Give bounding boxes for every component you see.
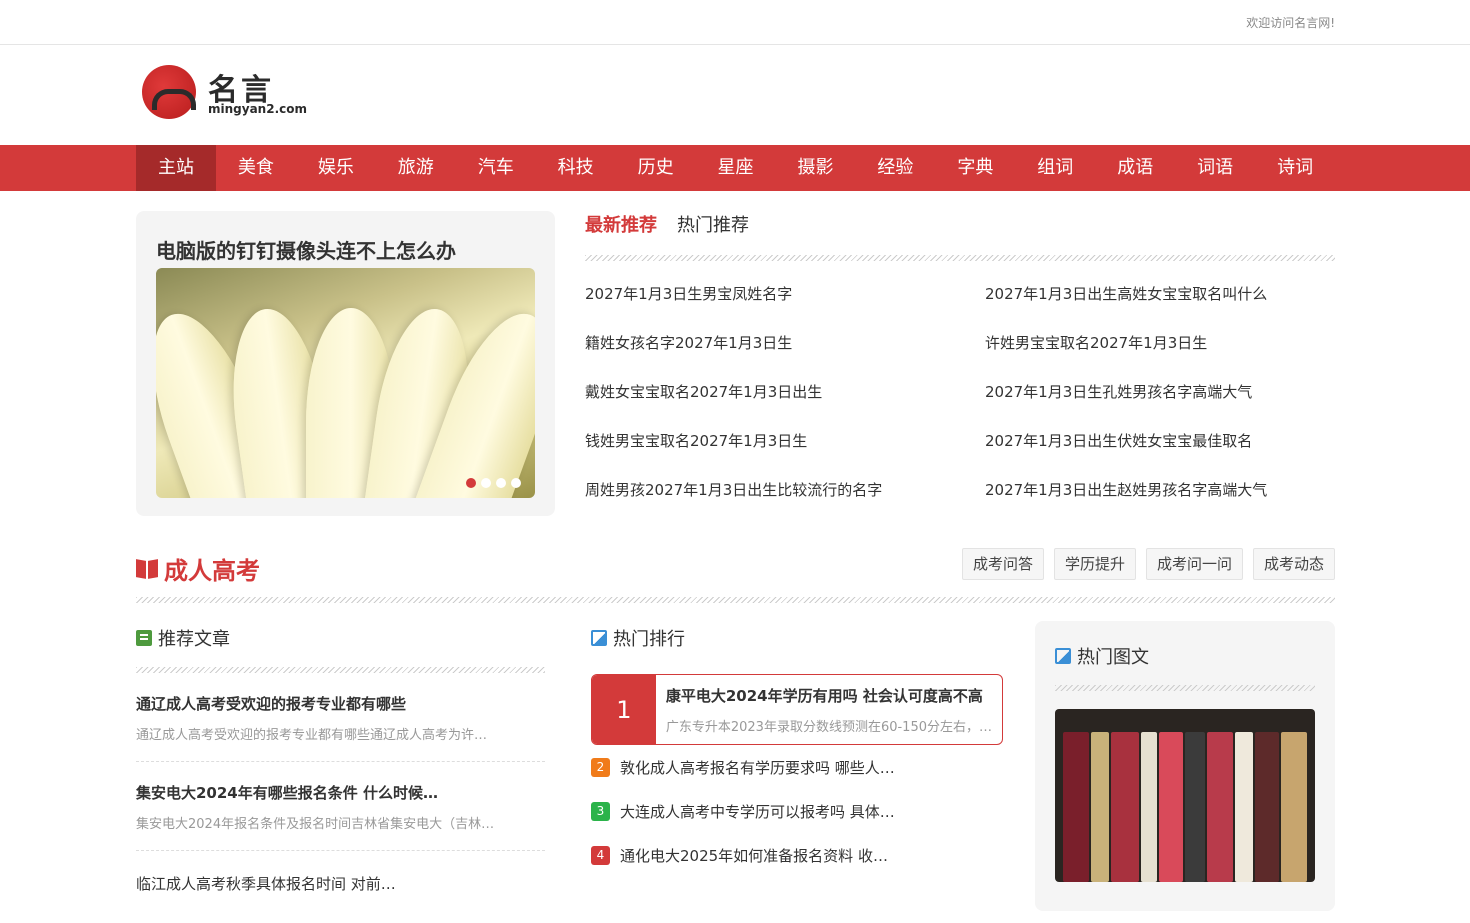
tab-latest[interactable]: 最新推荐 <box>585 211 657 241</box>
rec-link[interactable]: 2027年1月3日出生赵姓男孩名字高端大气 <box>985 479 1335 528</box>
column-title: 热门图文 <box>1077 647 1149 668</box>
rank-title[interactable]: 通化电大2025年如何准备报名资料 收… <box>620 845 888 866</box>
featured-image[interactable] <box>156 268 535 498</box>
article-desc: 集安电大2024年报名条件及报名时间吉林省集安电大（吉林… <box>136 817 495 832</box>
rank-top-item[interactable]: 1 康平电大2024年学历有用吗 社会认可度高不高 广东专升本2023年录取分数… <box>591 674 1003 745</box>
content-columns: 推荐文章 通辽成人高考受欢迎的报考专业都有哪些 通辽成人高考受欢迎的报考专业都有… <box>136 603 1335 923</box>
header: 名言 mingyan2.com <box>0 45 1470 145</box>
recommendations: 最新推荐 热门推荐 2027年1月3日生男宝凤姓名字 2027年1月3日出生高姓… <box>585 211 1335 528</box>
rank-item[interactable]: 2 敦化成人高考报名有学历要求吗 哪些人… <box>591 745 1003 789</box>
site-logo[interactable]: 名言 mingyan2.com <box>142 65 312 121</box>
rank-title[interactable]: 大连成人高考中专学历可以报考吗 具体… <box>620 801 895 822</box>
featured-card[interactable]: 电脑版的钉钉摄像头连不上怎么办 <box>136 211 555 516</box>
carousel-dot[interactable] <box>481 478 491 488</box>
nav-item-experience[interactable]: 经验 <box>855 145 935 191</box>
carousel-dot[interactable] <box>466 478 476 488</box>
nav-item-dictionary[interactable]: 字典 <box>935 145 1015 191</box>
article-item[interactable]: 通辽成人高考受欢迎的报考专业都有哪些 通辽成人高考受欢迎的报考专业都有哪些通辽成… <box>136 673 545 762</box>
article-item[interactable]: 集安电大2024年有哪些报名条件 什么时候… 集安电大2024年报名条件及报名时… <box>136 762 545 851</box>
article-desc: 通辽成人高考受欢迎的报考专业都有哪些通辽成人高考为许… <box>136 728 488 743</box>
nav-item-photo[interactable]: 摄影 <box>776 145 856 191</box>
logo-domain: mingyan2.com <box>208 102 307 116</box>
article-title[interactable]: 集安电大2024年有哪些报名条件 什么时候… <box>136 782 545 803</box>
rank-item[interactable]: 3 大连成人高考中专学历可以报考吗 具体… <box>591 789 1003 833</box>
rec-link[interactable]: 2027年1月3日生男宝凤姓名字 <box>585 283 985 332</box>
divider <box>1055 685 1315 691</box>
rank-number: 2 <box>591 757 610 777</box>
nav-item-idioms[interactable]: 成语 <box>1095 145 1175 191</box>
rec-link[interactable]: 钱姓男宝宝取名2027年1月3日生 <box>585 430 985 479</box>
hero-section: 电脑版的钉钉摄像头连不上怎么办 最新推荐 热门推荐 2027年1月3日生男宝凤姓… <box>136 191 1335 531</box>
featured-title[interactable]: 电脑版的钉钉摄像头连不上怎么办 <box>156 235 456 264</box>
nav-item-tech[interactable]: 科技 <box>536 145 616 191</box>
section-header: 成人高考 成考问答 学历提升 成考问一问 成考动态 <box>136 531 1335 597</box>
rec-link[interactable]: 2027年1月3日生孔姓男孩名字高端大气 <box>985 381 1335 430</box>
carousel-dots <box>466 478 521 488</box>
carousel-dot[interactable] <box>496 478 506 488</box>
nav-item-auto[interactable]: 汽车 <box>456 145 536 191</box>
image-icon <box>1055 648 1071 664</box>
rec-link[interactable]: 2027年1月3日出生伏姓女宝宝最佳取名 <box>985 430 1335 479</box>
rec-link[interactable]: 籍姓女孩名字2027年1月3日生 <box>585 332 985 381</box>
hot-gallery: 热门图文 <box>1035 621 1335 911</box>
rank-title[interactable]: 敦化成人高考报名有学历要求吗 哪些人… <box>620 757 895 778</box>
recommended-articles: 推荐文章 通辽成人高考受欢迎的报考专业都有哪些 通辽成人高考受欢迎的报考专业都有… <box>136 603 545 912</box>
nav-item-poetry[interactable]: 诗词 <box>1255 145 1335 191</box>
rank-desc: 广东专升本2023年录取分数线预测在60-150分左右，… <box>665 720 992 735</box>
rec-link[interactable]: 许姓男宝宝取名2027年1月3日生 <box>985 332 1335 381</box>
rec-link[interactable]: 2027年1月3日出生高姓女宝宝取名叫什么 <box>985 283 1335 332</box>
tab-hot[interactable]: 热门推荐 <box>677 211 749 241</box>
nav-item-phrases[interactable]: 词语 <box>1175 145 1255 191</box>
rank-number: 1 <box>592 675 656 744</box>
rank-title[interactable]: 康平电大2024年学历有用吗 社会认可度高不高 <box>666 685 992 706</box>
rank-number: 4 <box>591 845 610 865</box>
nav-item-horoscope[interactable]: 星座 <box>696 145 776 191</box>
rec-link[interactable]: 戴姓女宝宝取名2027年1月3日出生 <box>585 381 985 430</box>
hot-ranking: 热门排行 1 康平电大2024年学历有用吗 社会认可度高不高 广东专升本2023… <box>591 603 1003 877</box>
nav-item-food[interactable]: 美食 <box>216 145 296 191</box>
column-title: 推荐文章 <box>158 629 230 650</box>
section-title-text: 成人高考 <box>164 557 260 585</box>
section-title[interactable]: 成人高考 <box>136 551 260 586</box>
section-button[interactable]: 成考动态 <box>1252 548 1335 580</box>
image-icon <box>591 630 607 646</box>
column-title: 热门排行 <box>613 629 685 650</box>
rank-item[interactable]: 4 通化电大2025年如何准备报名资料 收… <box>591 833 1003 877</box>
section-button[interactable]: 成考问答 <box>961 548 1044 580</box>
article-title[interactable]: 通辽成人高考受欢迎的报考专业都有哪些 <box>136 693 545 714</box>
article-item[interactable]: 临江成人高考秋季具体报名时间 对前… <box>136 851 545 912</box>
book-icon <box>136 558 158 580</box>
rank-number: 3 <box>591 801 610 821</box>
section-button[interactable]: 学历提升 <box>1053 548 1136 580</box>
carousel-dot[interactable] <box>511 478 521 488</box>
gallery-image[interactable] <box>1055 709 1315 882</box>
welcome-text: 欢迎访问名言网! <box>1246 16 1335 30</box>
nav-item-home[interactable]: 主站 <box>136 145 216 191</box>
rec-link[interactable]: 周姓男孩2027年1月3日出生比较流行的名字 <box>585 479 985 528</box>
logo-icon <box>142 65 196 119</box>
top-bar: 欢迎访问名言网! <box>0 0 1470 45</box>
edit-icon <box>136 630 152 646</box>
nav-item-history[interactable]: 历史 <box>616 145 696 191</box>
nav-item-entertainment[interactable]: 娱乐 <box>296 145 376 191</box>
divider <box>585 255 1335 261</box>
section-button[interactable]: 成考问一问 <box>1145 548 1243 580</box>
nav-item-travel[interactable]: 旅游 <box>376 145 456 191</box>
nav-item-words[interactable]: 组词 <box>1015 145 1095 191</box>
article-title[interactable]: 临江成人高考秋季具体报名时间 对前… <box>136 873 545 894</box>
main-nav: 主站 美食 娱乐 旅游 汽车 科技 历史 星座 摄影 经验 字典 组词 成语 词… <box>0 145 1470 191</box>
